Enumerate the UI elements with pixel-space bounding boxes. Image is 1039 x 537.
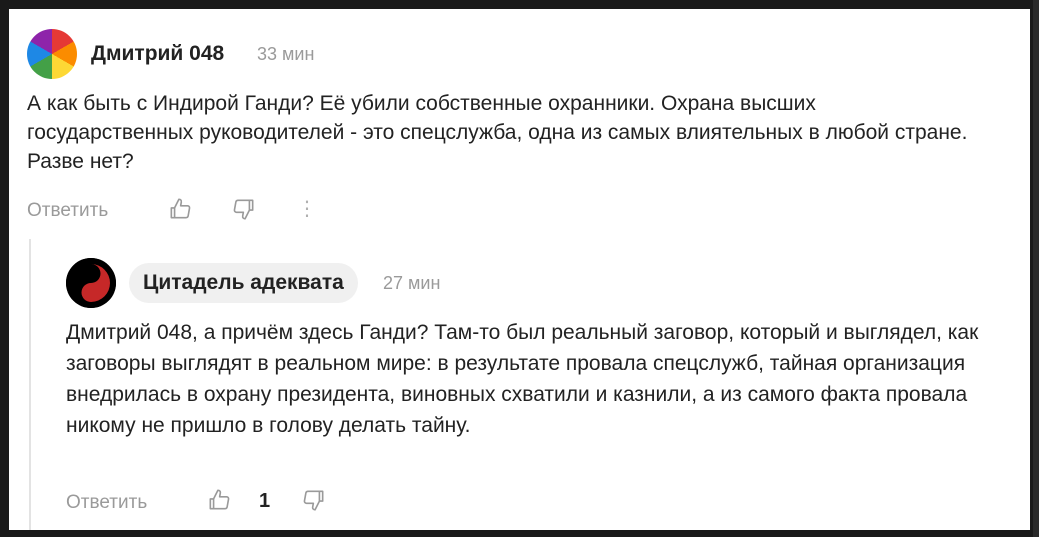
like-count: 1 [259,490,271,512]
thumbs-down-icon[interactable] [301,487,327,513]
comment-author[interactable]: Дмитрий 048 [91,42,224,66]
comments-panel: Дмитрий 048 33 мин А как быть с Индирой … [9,9,1030,530]
comment-author[interactable]: Цитадель адеквата [129,263,358,303]
more-options-icon[interactable]: ⋮ [297,196,317,221]
thumbs-up-icon[interactable] [167,196,193,222]
comment-time: 33 мин [257,44,315,64]
thumbs-up-icon[interactable] [206,487,232,513]
comment-time: 27 мин [383,273,441,293]
reply-button[interactable]: Ответить [66,492,147,514]
comment-text: Дмитрий 048, а причём здесь Ганди? Там-т… [66,321,979,437]
reply-button[interactable]: Ответить [27,200,108,222]
comment-text: А как быть с Индирой Ганди? Её убили соб… [27,92,968,173]
thumbs-down-icon[interactable] [231,196,257,222]
avatar[interactable] [66,258,116,308]
thread-line [29,239,31,530]
avatar[interactable] [27,29,77,79]
window-edge [1033,0,1039,537]
cut-off-text-top [105,9,110,18]
